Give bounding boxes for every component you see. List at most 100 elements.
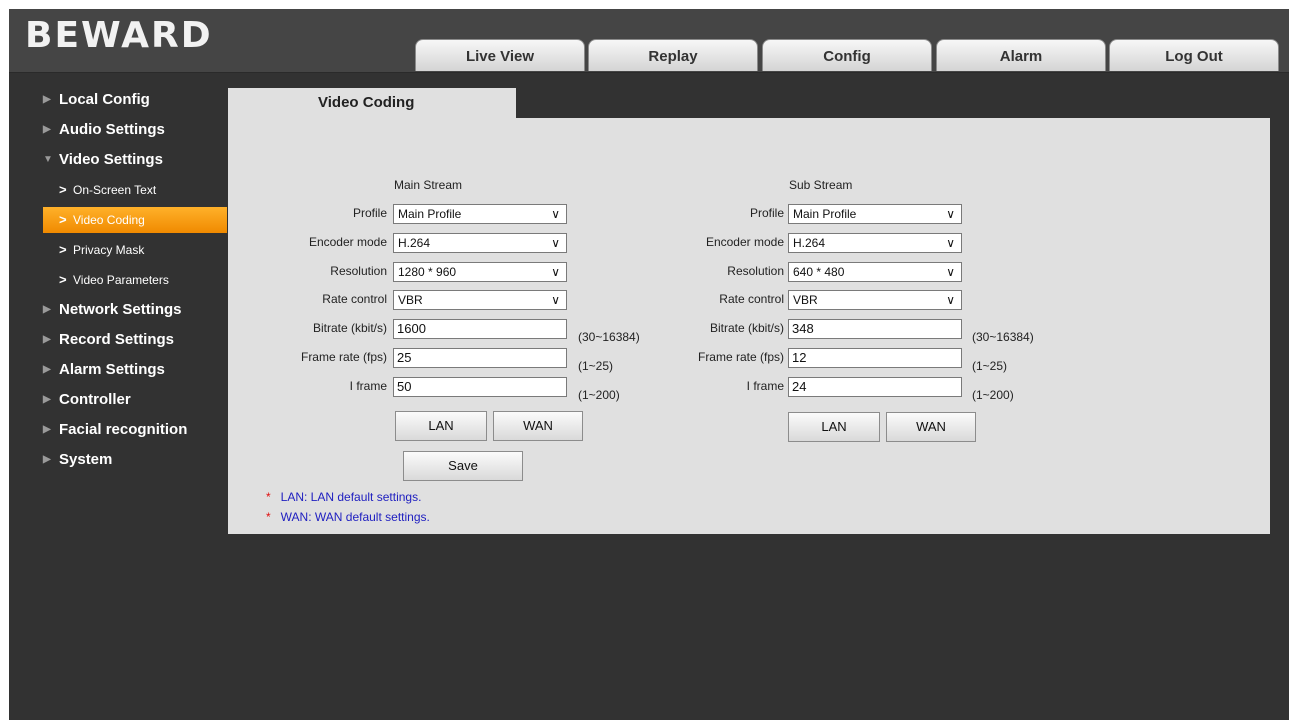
sub-lan-button[interactable]: LAN xyxy=(788,412,880,442)
chevron-down-icon: ∨ xyxy=(946,265,955,279)
sub-encoder-mode-select[interactable]: H.264 ∨ xyxy=(788,233,962,253)
sidebar-subitem-label: On-Screen Text xyxy=(73,183,157,197)
sub-rate-control-label: Rate control xyxy=(719,292,784,306)
main-rate-control-select[interactable]: VBR ∨ xyxy=(393,290,567,310)
sub-resolution-label: Resolution xyxy=(727,264,784,278)
sidebar-subitem-label: Video Coding xyxy=(73,213,145,227)
sidebar-item-label: Record Settings xyxy=(59,331,175,348)
expanded-arrow-icon: ▼ xyxy=(43,154,53,165)
chevron-down-icon: ∨ xyxy=(946,236,955,250)
sidebar-item-video-settings[interactable]: ▼ Video Settings xyxy=(9,145,227,175)
sub-bitrate-input[interactable]: 348 xyxy=(788,319,962,339)
note-star: * xyxy=(266,490,271,504)
sidebar-item-alarm-settings[interactable]: ▶ Alarm Settings xyxy=(9,355,227,385)
sidebar-subitem-video-parameters[interactable]: > Video Parameters xyxy=(9,265,227,295)
chevron-down-icon: ∨ xyxy=(946,293,955,307)
sub-frame-rate-input[interactable]: 12 xyxy=(788,348,962,368)
app-window: BEWARD Live View Replay Config Alarm Log… xyxy=(9,9,1289,720)
chevron-down-icon: ∨ xyxy=(551,293,560,307)
sub-i-frame-label: I frame xyxy=(746,379,784,393)
sidebar-subitem-video-coding[interactable]: > Video Coding xyxy=(43,207,227,233)
sub-profile-label: Profile xyxy=(749,206,784,220)
main-resolution-select[interactable]: 1280 * 960 ∨ xyxy=(393,262,567,282)
collapsed-arrow-icon: ▶ xyxy=(43,304,51,315)
sub-encoder-mode-label: Encoder mode xyxy=(705,235,784,249)
sidebar: ▶ Local Config ▶ Audio Settings ▼ Video Set… xyxy=(9,85,227,475)
main-encoder-mode-label: Encoder mode xyxy=(308,235,387,249)
collapsed-arrow-icon: ▶ xyxy=(43,124,51,135)
sub-profile-select[interactable]: Main Profile ∨ xyxy=(788,204,962,224)
main-i-frame-range: (1~200) xyxy=(578,388,620,402)
sub-rate-control-select[interactable]: VBR ∨ xyxy=(788,290,962,310)
main-bitrate-input[interactable]: 1600 xyxy=(393,319,567,339)
chevron-down-icon: ∨ xyxy=(946,207,955,221)
sub-encoder-mode-value: H.264 xyxy=(793,236,826,250)
main-encoder-mode-value: H.264 xyxy=(398,236,431,250)
sub-resolution-value: 640 * 480 xyxy=(793,265,845,279)
main-frame-rate-range: (1~25) xyxy=(578,359,614,373)
chevron-down-icon: ∨ xyxy=(551,207,560,221)
sub-i-frame-input[interactable]: 24 xyxy=(788,377,962,397)
sidebar-subitem-on-screen-text[interactable]: > On-Screen Text xyxy=(9,175,227,205)
chevron-down-icon: ∨ xyxy=(551,265,560,279)
save-button[interactable]: Save xyxy=(403,451,523,481)
sidebar-item-network-settings[interactable]: ▶ Network Settings xyxy=(9,295,227,325)
main-encoder-mode-select[interactable]: H.264 ∨ xyxy=(393,233,567,253)
tab-config[interactable]: Config xyxy=(762,39,932,71)
sub-profile-value: Main Profile xyxy=(793,207,857,221)
sub-wan-button[interactable]: WAN xyxy=(886,412,976,442)
tab-log-out[interactable]: Log Out xyxy=(1109,39,1279,71)
sidebar-item-label: Video Settings xyxy=(59,151,163,168)
main-resolution-value: 1280 * 960 xyxy=(398,265,457,279)
main-frame-rate-input[interactable]: 25 xyxy=(393,348,567,368)
note-text: WAN: WAN default settings. xyxy=(280,510,430,524)
main-stream-title: Main Stream xyxy=(394,178,463,192)
content-tab-video-coding[interactable]: Video Coding xyxy=(228,88,516,118)
sidebar-item-system[interactable]: ▶ System xyxy=(9,445,227,475)
chevron-down-icon: ∨ xyxy=(551,236,560,250)
sub-resolution-select[interactable]: 640 * 480 ∨ xyxy=(788,262,962,282)
sidebar-item-label: Controller xyxy=(59,391,131,408)
main-wan-button[interactable]: WAN xyxy=(493,411,583,441)
sidebar-item-label: Alarm Settings xyxy=(59,361,165,378)
sidebar-item-label: Local Config xyxy=(59,91,150,108)
sidebar-item-label: Facial recognition xyxy=(59,421,188,438)
video-coding-panel: Main Stream Sub Stream Profile Encoder m… xyxy=(228,118,1270,534)
main-rate-control-label: Rate control xyxy=(322,292,387,306)
main-i-frame-input[interactable]: 50 xyxy=(393,377,567,397)
collapsed-arrow-icon: ▶ xyxy=(43,334,51,345)
chevron-right-icon: > xyxy=(59,212,67,227)
sub-i-frame-range: (1~200) xyxy=(972,388,1014,402)
main-bitrate-range: (30~16384) xyxy=(578,330,640,344)
sidebar-item-label: Network Settings xyxy=(59,301,182,318)
wan-note: * WAN: WAN default settings. xyxy=(266,510,430,524)
main-frame-rate-label: Frame rate (fps) xyxy=(300,350,387,364)
note-star: * xyxy=(266,510,271,524)
note-text: LAN: LAN default settings. xyxy=(280,490,422,504)
tab-replay[interactable]: Replay xyxy=(588,39,758,71)
sidebar-item-record-settings[interactable]: ▶ Record Settings xyxy=(9,325,227,355)
collapsed-arrow-icon: ▶ xyxy=(43,454,51,465)
collapsed-arrow-icon: ▶ xyxy=(43,94,51,105)
sidebar-subitem-privacy-mask[interactable]: > Privacy Mask xyxy=(9,235,227,265)
top-header: BEWARD Live View Replay Config Alarm Log… xyxy=(9,9,1289,73)
tab-alarm[interactable]: Alarm xyxy=(936,39,1106,71)
logo: BEWARD xyxy=(25,15,213,56)
sidebar-item-label: Audio Settings xyxy=(59,121,165,138)
tab-live-view[interactable]: Live View xyxy=(415,39,585,71)
main-resolution-label: Resolution xyxy=(330,264,387,278)
collapsed-arrow-icon: ▶ xyxy=(43,364,51,375)
sidebar-subitem-label: Video Parameters xyxy=(73,273,169,287)
main-lan-button[interactable]: LAN xyxy=(395,411,487,441)
chevron-right-icon: > xyxy=(59,272,67,287)
sub-bitrate-range: (30~16384) xyxy=(972,330,1034,344)
main-profile-select[interactable]: Main Profile ∨ xyxy=(393,204,567,224)
sub-rate-control-value: VBR xyxy=(793,293,818,307)
chevron-right-icon: > xyxy=(59,182,67,197)
sub-stream-title: Sub Stream xyxy=(789,178,853,192)
sidebar-item-audio-settings[interactable]: ▶ Audio Settings xyxy=(9,115,227,145)
sidebar-item-local-config[interactable]: ▶ Local Config xyxy=(9,85,227,115)
sidebar-item-facial-recognition[interactable]: ▶ Facial recognition xyxy=(9,415,227,445)
main-i-frame-label: I frame xyxy=(349,379,387,393)
sidebar-item-controller[interactable]: ▶ Controller xyxy=(9,385,227,415)
